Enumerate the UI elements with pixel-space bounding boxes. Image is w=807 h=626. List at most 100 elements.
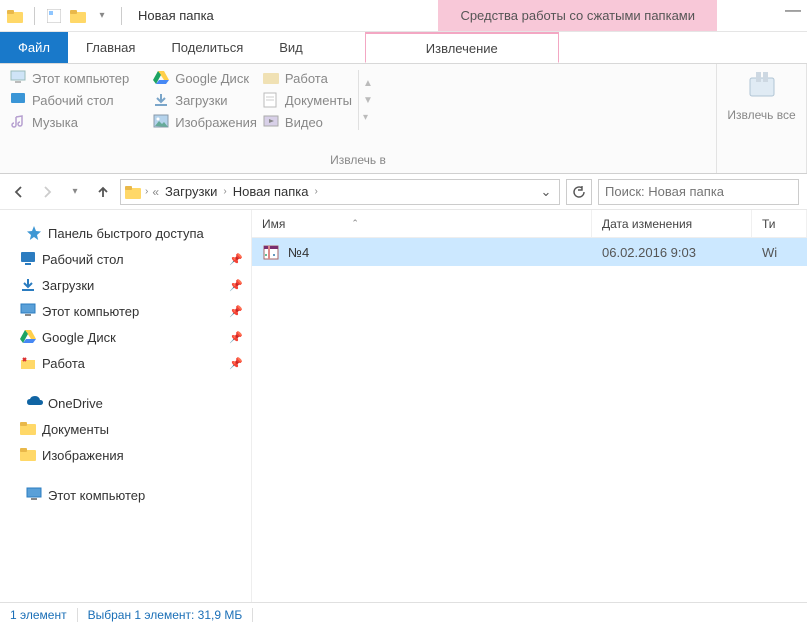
chevron-left-icon[interactable]: « xyxy=(152,185,159,199)
new-folder-icon[interactable] xyxy=(69,7,87,25)
sidebar-item-documents[interactable]: Документы xyxy=(0,416,251,442)
refresh-button[interactable] xyxy=(566,179,592,205)
ribbon: Этот компьютер Google Диск Рабочий стол … xyxy=(0,64,807,174)
dest-documents[interactable]: Документы xyxy=(263,92,352,108)
recent-dropdown[interactable]: ▾ xyxy=(64,181,86,203)
gallery-more-icon[interactable]: ▾ xyxy=(363,112,376,123)
pin-icon[interactable]: 📌 xyxy=(229,279,243,292)
navigation-bar: ▾ › « Загрузки › Новая папка › ⌄ xyxy=(0,174,807,210)
downloads-icon xyxy=(20,277,36,293)
chevron-right-icon[interactable]: › xyxy=(223,186,226,197)
desktop-icon xyxy=(10,92,26,108)
up-button[interactable] xyxy=(92,181,114,203)
tab-home[interactable]: Главная xyxy=(68,32,153,63)
file-name: №4 xyxy=(288,245,309,260)
video-icon xyxy=(263,114,279,130)
forward-button[interactable] xyxy=(36,181,58,203)
dest-this-pc[interactable]: Этот компьютер xyxy=(10,70,129,86)
downloads-icon xyxy=(153,92,169,108)
gdrive-icon xyxy=(153,70,169,86)
extract-all-button[interactable]: Извлечь все xyxy=(727,70,797,122)
folder-icon xyxy=(20,447,36,463)
star-icon xyxy=(26,225,42,241)
tab-extraction[interactable]: Извлечение xyxy=(365,32,559,63)
column-type[interactable]: Ти xyxy=(752,210,807,237)
sidebar-item-gdrive[interactable]: Google Диск 📌 xyxy=(0,324,251,350)
computer-icon xyxy=(20,303,36,319)
tab-view[interactable]: Вид xyxy=(261,32,321,63)
chevron-right-icon[interactable]: › xyxy=(314,186,317,197)
navigation-pane[interactable]: Панель быстрого доступа Рабочий стол 📌 З… xyxy=(0,210,252,602)
file-type: Wi xyxy=(752,245,807,260)
tab-share[interactable]: Поделиться xyxy=(153,32,261,63)
separator xyxy=(121,7,122,25)
pin-icon[interactable]: 📌 xyxy=(229,305,243,318)
sidebar-quick-access[interactable]: Панель быстрого доступа xyxy=(0,220,251,246)
separator xyxy=(34,7,35,25)
title-bar: ▾ Новая папка Средства работы со сжатыми… xyxy=(0,0,807,32)
properties-icon[interactable] xyxy=(45,7,63,25)
minimize-button[interactable]: — xyxy=(785,2,801,20)
status-count: 1 элемент xyxy=(0,608,78,622)
scroll-up-icon[interactable]: ▲ xyxy=(363,78,376,89)
work-icon xyxy=(20,355,36,371)
ribbon-group-label: Извлечь в xyxy=(10,153,706,171)
sidebar-item-downloads[interactable]: Загрузки 📌 xyxy=(0,272,251,298)
column-name[interactable]: Имя⌃ xyxy=(252,210,592,237)
chevron-right-icon[interactable]: › xyxy=(145,186,148,197)
pin-icon[interactable]: 📌 xyxy=(229,357,243,370)
folder-icon xyxy=(125,185,141,199)
sidebar-item-desktop[interactable]: Рабочий стол 📌 xyxy=(0,246,251,272)
breadcrumb-downloads[interactable]: Загрузки xyxy=(163,184,219,199)
dest-videos[interactable]: Видео xyxy=(263,114,352,130)
sidebar-item-work[interactable]: Работа 📌 xyxy=(0,350,251,376)
folder-icon xyxy=(263,70,279,86)
sidebar-item-this-pc[interactable]: Этот компьютер 📌 xyxy=(0,298,251,324)
dest-downloads[interactable]: Загрузки xyxy=(153,92,257,108)
file-row[interactable]: №4 06.02.2016 9:03 Wi xyxy=(252,238,807,266)
onedrive-icon xyxy=(26,395,42,411)
sidebar-onedrive[interactable]: OneDrive xyxy=(0,390,251,416)
sidebar-this-pc-root[interactable]: Этот компьютер xyxy=(0,482,251,508)
dest-gdrive[interactable]: Google Диск xyxy=(153,70,257,86)
music-icon xyxy=(10,114,26,130)
column-date[interactable]: Дата изменения xyxy=(592,210,752,237)
pictures-icon xyxy=(153,114,169,130)
sidebar-item-pictures[interactable]: Изображения xyxy=(0,442,251,468)
dest-work[interactable]: Работа xyxy=(263,70,352,86)
qat-dropdown-icon[interactable]: ▾ xyxy=(93,7,111,25)
pin-icon[interactable]: 📌 xyxy=(229,253,243,266)
gdrive-icon xyxy=(20,329,36,345)
folder-icon xyxy=(20,421,36,437)
status-selection: Выбран 1 элемент: 31,9 МБ xyxy=(78,608,254,622)
dest-pictures[interactable]: Изображения xyxy=(153,114,257,130)
ribbon-group-extract-all: Извлечь все xyxy=(717,64,807,173)
ribbon-group-extract-to: Этот компьютер Google Диск Рабочий стол … xyxy=(0,64,717,173)
sort-indicator-icon: ⌃ xyxy=(351,218,359,229)
computer-icon xyxy=(26,487,42,503)
quick-access-toolbar: ▾ xyxy=(0,7,132,25)
window-title: Новая папка xyxy=(138,8,214,23)
search-box[interactable] xyxy=(598,179,799,205)
address-bar[interactable]: › « Загрузки › Новая папка › ⌄ xyxy=(120,179,560,205)
column-headers: Имя⌃ Дата изменения Ти xyxy=(252,210,807,238)
folder-icon[interactable] xyxy=(6,7,24,25)
extract-all-icon xyxy=(746,70,778,102)
computer-icon xyxy=(10,70,26,86)
search-input[interactable] xyxy=(605,184,792,199)
breadcrumb-folder[interactable]: Новая папка xyxy=(231,184,311,199)
address-dropdown-icon[interactable]: ⌄ xyxy=(537,184,555,200)
window-controls: — xyxy=(785,2,801,20)
documents-icon xyxy=(263,92,279,108)
archive-icon xyxy=(262,243,280,261)
dest-music[interactable]: Музыка xyxy=(10,114,129,130)
scroll-down-icon[interactable]: ▼ xyxy=(363,95,376,106)
tab-file[interactable]: Файл xyxy=(0,32,68,63)
file-list-pane: Имя⌃ Дата изменения Ти №4 06.02.2016 9:0… xyxy=(252,210,807,602)
status-bar: 1 элемент Выбран 1 элемент: 31,9 МБ xyxy=(0,602,807,626)
pin-icon[interactable]: 📌 xyxy=(229,331,243,344)
gallery-scroll[interactable]: ▲ ▼ ▾ xyxy=(358,70,376,130)
back-button[interactable] xyxy=(8,181,30,203)
dest-desktop[interactable]: Рабочий стол xyxy=(10,92,129,108)
file-date: 06.02.2016 9:03 xyxy=(592,245,752,260)
